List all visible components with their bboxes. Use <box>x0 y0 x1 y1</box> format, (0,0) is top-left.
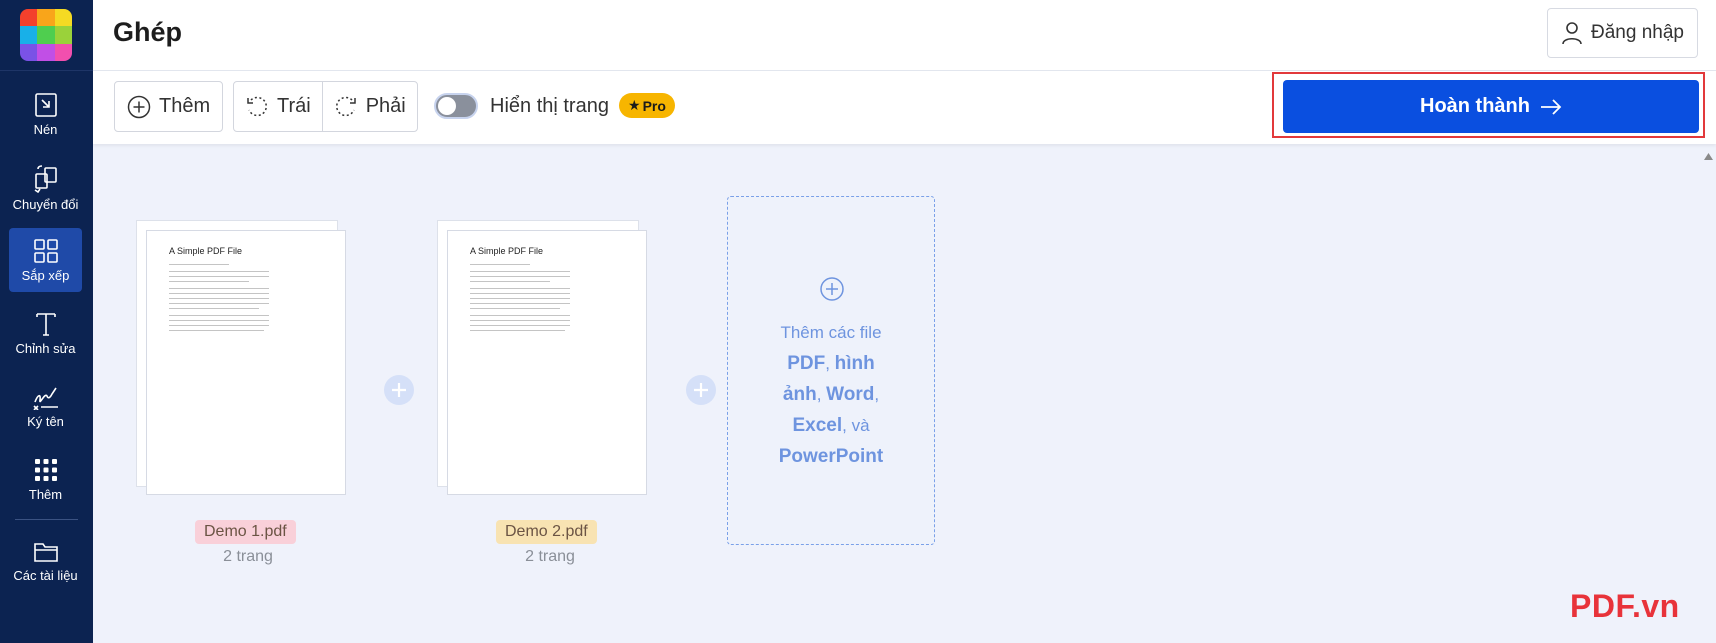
text-icon <box>35 313 56 336</box>
grid-icon <box>33 239 58 263</box>
file-card[interactable]: A Simple PDF File <box>136 220 346 498</box>
file-name-tag: Demo 1.pdf <box>195 520 296 544</box>
preview-title: A Simple PDF File <box>470 246 544 256</box>
file-page-count: 2 trang <box>525 548 575 565</box>
rotate-right-icon <box>335 96 356 116</box>
pro-badge: ★ Pro <box>619 93 675 118</box>
watermark-logo: PDF.vn <box>1570 588 1680 624</box>
toggle-knob <box>438 97 456 115</box>
sidebar-item-documents[interactable]: Các tài liệu <box>9 530 82 594</box>
dz-powerpoint: PowerPoint <box>778 446 884 467</box>
insert-between-button[interactable] <box>384 375 414 405</box>
pro-badge-label: Pro <box>642 97 666 114</box>
add-file-button[interactable]: Thêm <box>114 81 224 132</box>
show-pages-label: Hiển thị trang <box>490 95 609 117</box>
dz-images-1: hình <box>834 353 875 374</box>
logo-tile <box>37 26 55 44</box>
logo-tile <box>20 9 38 27</box>
sidebar-item-compress[interactable]: Nén <box>9 82 82 146</box>
file-page-count: 2 trang <box>223 548 273 565</box>
sidebar-item-label: Nén <box>33 122 58 137</box>
compress-icon <box>34 93 57 117</box>
plus-icon <box>694 383 708 397</box>
file-card[interactable]: A Simple PDF File <box>437 220 647 498</box>
user-icon <box>1562 22 1582 45</box>
dz-and: , và <box>842 416 870 435</box>
dz-word: Word <box>826 384 875 405</box>
dz-sep1: , <box>825 354 835 373</box>
logo-tile <box>54 43 72 61</box>
rotate-right-button[interactable]: Phải <box>321 82 417 131</box>
dropzone-text: Thêm các file PDF, hình ảnh, Word, Excel… <box>728 317 934 472</box>
logo-tile <box>54 9 72 27</box>
sidebar-item-sign[interactable]: Ký tên <box>9 374 82 438</box>
dz-sep2: , <box>816 385 827 404</box>
preview-title: A Simple PDF File <box>169 246 243 256</box>
sidebar-divider <box>0 70 93 71</box>
rotate-left-label: Trái <box>277 95 311 117</box>
file-name-tag: Demo 2.pdf <box>496 520 597 544</box>
dz-pdf: PDF <box>787 353 826 374</box>
folder-icon <box>33 543 58 562</box>
app-logo[interactable] <box>20 9 72 61</box>
logo-tile <box>20 26 38 44</box>
add-file-label: Thêm <box>159 95 211 117</box>
sidebar-item-label: Các tài liệu <box>13 568 78 583</box>
logo-tile <box>37 9 55 27</box>
sidebar-divider <box>15 519 78 520</box>
dz-sep3: , <box>874 385 880 404</box>
sidebar-item-more[interactable]: Thêm <box>9 447 82 511</box>
sidebar-item-label: Sắp xếp <box>21 268 70 283</box>
rotate-left-icon <box>247 96 268 116</box>
plus-circle-icon <box>820 277 844 301</box>
page-title: Ghép <box>113 17 183 47</box>
sidebar-item-label: Ký tên <box>27 414 64 429</box>
login-button[interactable]: Đăng nhập <box>1547 8 1698 58</box>
page-thumbnail: A Simple PDF File <box>146 230 346 495</box>
logo-tile <box>20 43 38 61</box>
finish-label: Hoàn thành <box>1420 95 1530 117</box>
finish-button[interactable]: Hoàn thành <box>1283 80 1699 133</box>
add-files-dropzone[interactable]: Thêm các file PDF, hình ảnh, Word, Excel… <box>727 196 935 545</box>
sidebar-item-label: Chuyển đổi <box>12 197 79 212</box>
plus-icon <box>392 383 406 397</box>
sidebar-item-organize[interactable]: Sắp xếp <box>9 228 82 292</box>
sidebar-item-label: Chỉnh sửa <box>15 341 76 356</box>
show-pages-toggle[interactable] <box>434 93 478 119</box>
login-label: Đăng nhập <box>1591 22 1684 43</box>
signature-icon <box>32 387 58 410</box>
page-thumbnail: A Simple PDF File <box>447 230 647 495</box>
more-apps-icon <box>34 459 57 481</box>
convert-icon <box>34 165 57 193</box>
scroll-up-arrow[interactable] <box>1703 152 1714 161</box>
rotate-group: Trái Phải <box>233 81 418 132</box>
rotate-left-button[interactable]: Trái <box>234 82 322 131</box>
logo-tile <box>54 26 72 44</box>
insert-between-button[interactable] <box>686 375 716 405</box>
plus-circle-icon <box>127 95 151 118</box>
dz-images-2: ảnh <box>782 384 817 405</box>
rotate-right-label: Phải <box>365 95 406 117</box>
top-header: Ghép Đăng nhập <box>93 0 1716 71</box>
sidebar-item-label: Thêm <box>28 487 63 502</box>
arrow-right-icon <box>1541 98 1562 115</box>
sidebar-item-edit[interactable]: Chỉnh sửa <box>9 301 82 365</box>
sidebar-item-convert[interactable]: Chuyển đổi <box>9 155 82 219</box>
star-icon: ★ <box>628 97 641 113</box>
logo-tile <box>37 43 55 61</box>
dropzone-line1: Thêm các file <box>780 323 882 342</box>
dz-excel: Excel <box>792 415 843 436</box>
sidebar: Nén Chuyển đổi Sắp xếp Chỉnh sửa Ký tên <box>0 0 93 643</box>
